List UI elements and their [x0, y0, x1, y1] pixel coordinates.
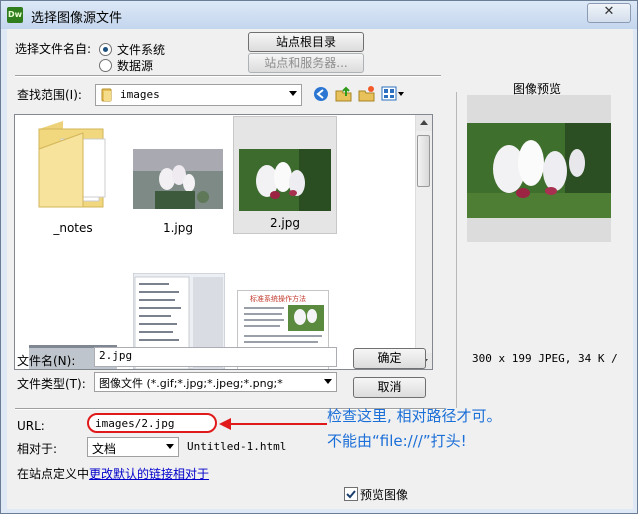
chevron-down-icon	[166, 444, 174, 449]
flower-preview-image	[467, 123, 611, 221]
relative-to-dropdown[interactable]: 文档	[87, 437, 179, 457]
top-separator	[15, 75, 441, 77]
annotation-line1: 检查这里, 相对路径才可。	[327, 407, 502, 425]
chevron-down-icon	[289, 91, 297, 96]
change-default-link[interactable]: 更改默认的链接相对于	[89, 467, 209, 481]
view-menu-icon[interactable]	[381, 86, 405, 105]
filename-label: 文件名(N):	[17, 354, 76, 368]
look-in-value: images	[120, 88, 160, 101]
relative-to-value: 文档	[92, 442, 117, 456]
annotation-line2: 不能由“file:///”打头!	[327, 432, 467, 450]
new-folder-icon[interactable]	[358, 85, 376, 105]
checkmark-icon	[346, 490, 356, 499]
look-in-label: 查找范围(I):	[17, 88, 82, 102]
file-name: 1.jpg	[162, 221, 194, 235]
preview-divider	[456, 92, 457, 408]
flower-thumbnail-1	[133, 149, 223, 212]
file-name: 2.jpg	[269, 216, 301, 230]
chevron-down-icon	[324, 379, 332, 384]
file-item-notes[interactable]: _notes	[23, 119, 123, 239]
folder-icon	[33, 119, 115, 212]
file-item-2jpg-selected[interactable]: 2.jpg	[233, 116, 337, 234]
dialog-body: 选择文件名自: 文件系统 数据源 站点根目录 站点和服务器... 查找范围(I)…	[7, 29, 633, 509]
title-bar: Dw 选择图像源文件 ✕	[1, 1, 637, 29]
datasource-radio[interactable]	[99, 59, 112, 72]
look-in-dropdown[interactable]: images	[95, 84, 302, 106]
document-name: Untitled-1.html	[187, 440, 287, 453]
filetype-label: 文件类型(T):	[17, 377, 86, 391]
flower-thumbnail-2	[239, 149, 331, 214]
ok-button[interactable]: 确定	[353, 348, 426, 369]
filetype-dropdown[interactable]: 图像文件 (*.gif;*.jpg;*.jpeg;*.png;*	[94, 372, 337, 392]
image-preview	[467, 95, 611, 242]
file-list-scrollbar[interactable]	[415, 115, 432, 369]
filename-input[interactable]: 2.jpg	[94, 347, 337, 367]
url-input[interactable]: images/2.jpg	[87, 413, 217, 433]
preview-info: 300 x 199 JPEG, 34 K /	[472, 352, 618, 365]
scrollbar-thumb[interactable]	[417, 135, 430, 187]
datasource-label[interactable]: 数据源	[117, 57, 153, 74]
folder-icon	[100, 88, 113, 102]
site-root-button[interactable]: 站点根目录	[248, 32, 364, 52]
filesystem-label[interactable]: 文件系统	[117, 41, 165, 58]
scroll-up-icon[interactable]	[416, 115, 432, 131]
select-from-label: 选择文件名自:	[15, 42, 92, 56]
file-list[interactable]: _notes 1.jpg 2.jpg 标准系统操作方法	[14, 114, 433, 370]
site-and-servers-button[interactable]: 站点和服务器...	[248, 53, 364, 73]
filesystem-radio[interactable]	[99, 43, 112, 56]
preview-checkbox-label[interactable]: 预览图像	[360, 486, 408, 503]
file-name: _notes	[53, 221, 93, 235]
annotation-arrow-icon	[217, 416, 329, 435]
image-source-dialog: Dw 选择图像源文件 ✕ 选择文件名自: 文件系统 数据源 站点根目录 站点和服…	[0, 0, 638, 514]
cancel-button[interactable]: 取消	[353, 377, 426, 398]
url-label: URL:	[17, 419, 45, 433]
site-definition-prefix: 在站点定义中	[17, 467, 90, 481]
file-item-1jpg[interactable]: 1.jpg	[131, 143, 225, 239]
back-icon[interactable]	[313, 86, 329, 105]
preview-checkbox[interactable]	[344, 487, 358, 501]
dreamweaver-app-icon: Dw	[7, 7, 23, 23]
filetype-value: 图像文件 (*.gif;*.jpg;*.jpeg;*.png;*	[99, 377, 283, 390]
up-folder-icon[interactable]	[335, 85, 353, 105]
close-button[interactable]: ✕	[587, 3, 631, 23]
relative-to-label: 相对于:	[17, 442, 58, 456]
site-definition-text: 在站点定义中更改默认的链接相对于	[17, 465, 209, 482]
window-title: 选择图像源文件	[31, 11, 123, 26]
